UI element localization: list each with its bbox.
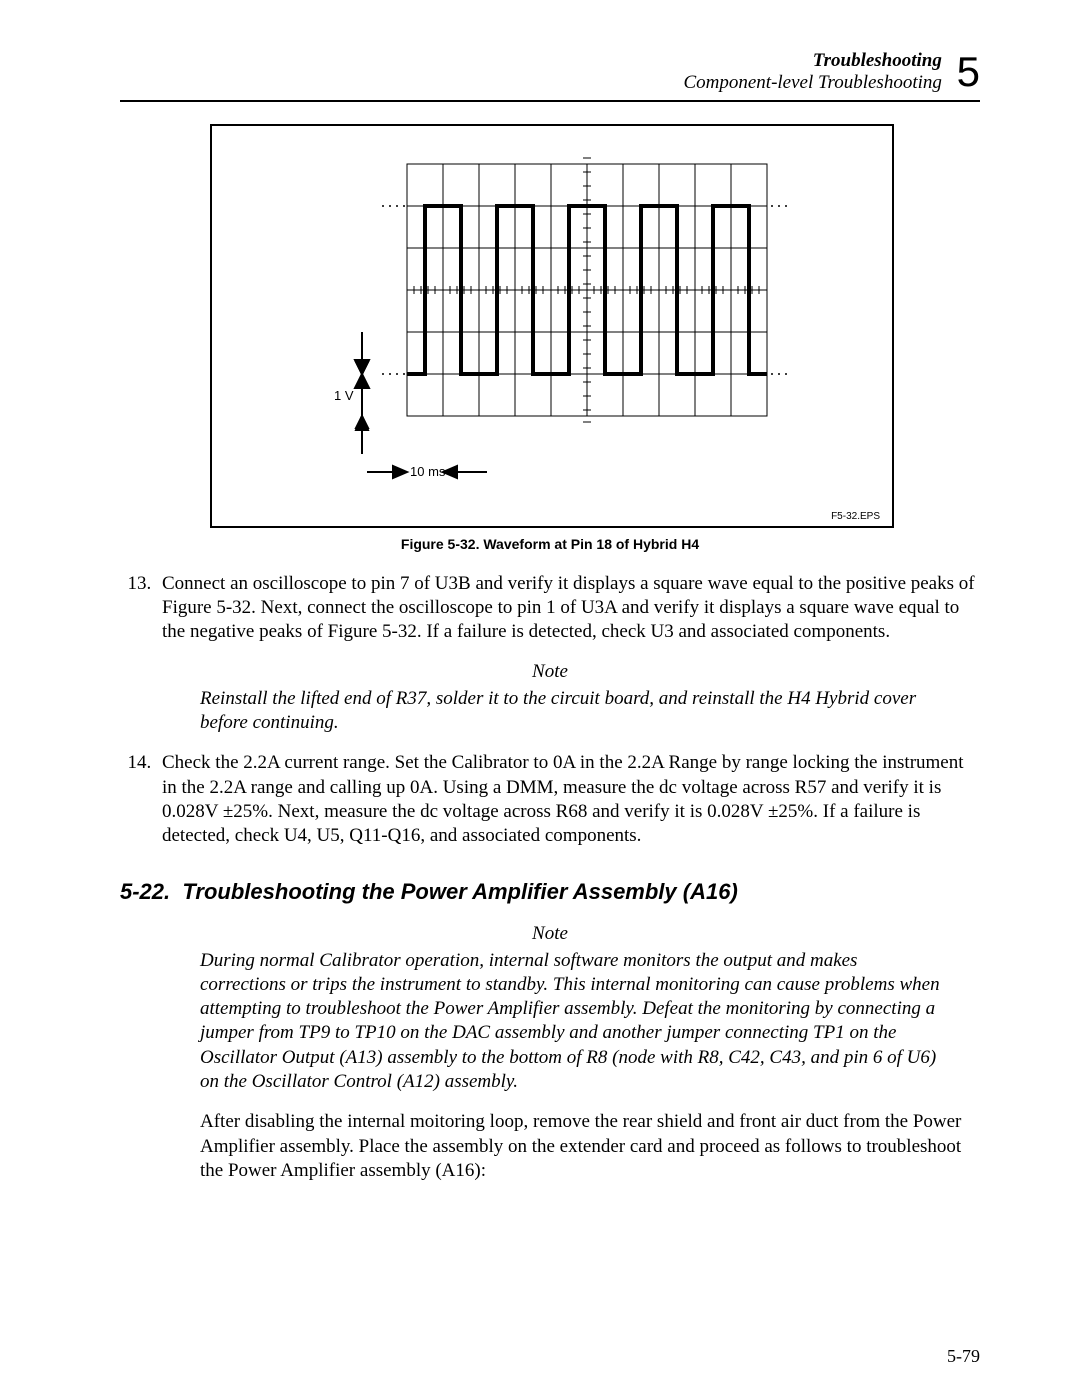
x-div-label: 10 ms (410, 464, 446, 479)
page-number: 5-79 (947, 1346, 980, 1367)
section-title: Troubleshooting the Power Amplifier Asse… (182, 879, 737, 904)
note-2-label: Note (120, 923, 980, 945)
section-number: 5-22. (120, 879, 170, 904)
note-1-body: Reinstall the lifted end of R37, solder … (200, 687, 940, 736)
step-13: Connect an oscilloscope to pin 7 of U3B … (156, 572, 980, 645)
after-note-paragraph: After disabling the internal moitoring l… (200, 1110, 980, 1183)
note-1-label: Note (120, 661, 980, 683)
step-14-text: Check the 2.2A current range. Set the Ca… (162, 752, 964, 846)
y-div-label: 1 V (334, 388, 354, 403)
header-title: Troubleshooting (813, 50, 942, 71)
procedure-steps: Connect an oscilloscope to pin 7 of U3B … (120, 572, 980, 645)
figure-eps-label: F5-32.EPS (831, 511, 888, 522)
header-row: Troubleshooting Component-level Troubles… (120, 50, 980, 94)
oscilloscope-waveform-diagram: 1 V 10 ms (212, 126, 892, 526)
section-heading: 5-22. Troubleshooting the Power Amplifie… (120, 879, 980, 905)
header-subtitle: Component-level Troubleshooting (683, 72, 941, 93)
figure-caption: Figure 5-32. Waveform at Pin 18 of Hybri… (120, 536, 980, 552)
page-header: Troubleshooting Component-level Troubles… (120, 50, 980, 94)
note-2-body: During normal Calibrator operation, inte… (200, 949, 940, 1095)
figure-frame: 1 V 10 ms F5-32.EPS (210, 124, 894, 528)
header-rule (120, 100, 980, 102)
step-14: Check the 2.2A current range. Set the Ca… (156, 751, 980, 848)
step-13-text: Connect an oscilloscope to pin 7 of U3B … (162, 573, 975, 643)
procedure-steps-cont: Check the 2.2A current range. Set the Ca… (120, 751, 980, 848)
chapter-number: 5 (957, 53, 980, 91)
page: Troubleshooting Component-level Troubles… (0, 0, 1080, 1397)
